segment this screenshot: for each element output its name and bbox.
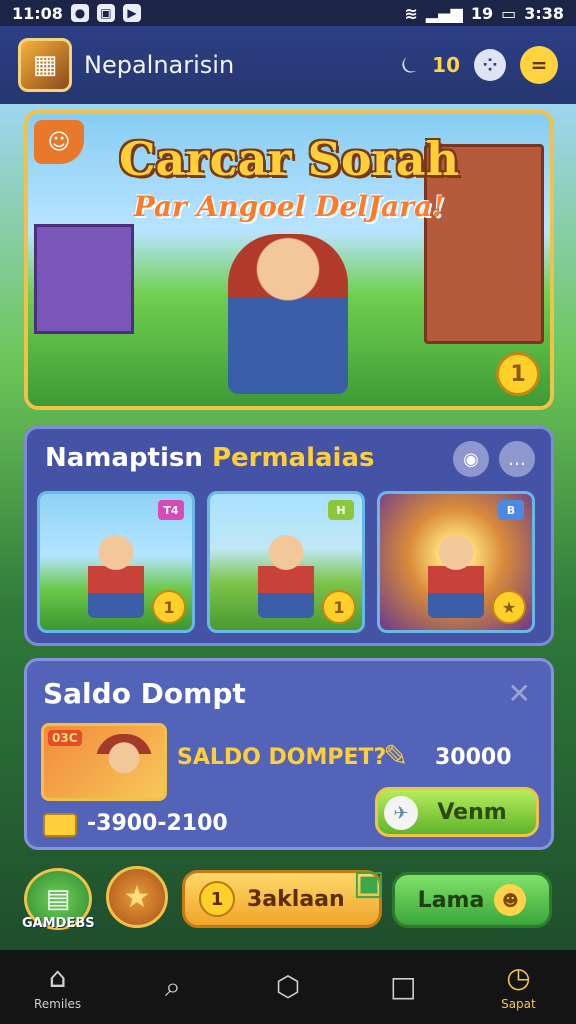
clock-icon: ◷ <box>506 961 531 994</box>
hero-title: Carcar Sorah <box>118 132 460 186</box>
cube-icon: ▣ <box>96 4 115 22</box>
nav-item-label: Remiles <box>34 997 82 1011</box>
wifi-icon: ≋ <box>404 3 418 23</box>
status-time-left: 11:08 <box>12 3 63 23</box>
secondary-action-button[interactable]: Lama ☻ <box>392 872 552 928</box>
game-store-label: GAMDEBS <box>22 916 95 931</box>
wallet-action-button[interactable]: ✈ Venm <box>375 787 539 837</box>
smiley-icon: ☻ <box>494 884 527 916</box>
promo-card[interactable]: H 1 <box>207 491 365 633</box>
promo-card[interactable]: B ★ <box>377 491 535 633</box>
coin-icon: 1 <box>322 590 356 624</box>
coin-icon: 1 <box>152 590 186 624</box>
record-icon: ● <box>70 4 89 22</box>
wallet-thumb-badge: 03C <box>48 730 82 746</box>
hero-house-left <box>34 224 134 334</box>
status-bar: 11:08 ● ▣ ▶ ≋ ▂▄▆ 19 ▭ 3:38 <box>0 0 576 26</box>
app-logo-icon[interactable]: ▦ <box>18 38 72 92</box>
nav-item-home[interactable]: ⌂ Remiles <box>0 950 115 1024</box>
promo-card[interactable]: T4 1 <box>37 491 195 633</box>
hero-banner[interactable]: ☺ Carcar Sorah Par Angoel DelJara! 1 <box>24 110 554 410</box>
nav-item-label: Sapat <box>501 997 536 1011</box>
controller-icon[interactable]: ◉ <box>453 441 489 477</box>
bird-icon: ✈ <box>384 796 418 830</box>
nav-item-search[interactable]: ⌕ <box>115 950 230 1024</box>
promo-card-tag: B <box>498 500 524 520</box>
promos-heading-part2: Permalaias <box>211 443 375 473</box>
status-signal-text: 19 <box>470 3 494 23</box>
status-time-right: 3:38 <box>524 3 564 23</box>
brush-icon: ✎ <box>383 739 409 774</box>
nav-item-center[interactable]: ⬡ <box>230 950 345 1024</box>
nav-item-sapat[interactable]: ◷ Sapat <box>461 950 576 1024</box>
gamepad-icon[interactable]: ⁘ <box>474 49 506 81</box>
wallet-thumbnail[interactable]: 03C <box>41 723 167 801</box>
close-icon[interactable]: ✕ <box>508 677 531 710</box>
battery-icon: ▭ <box>501 3 517 23</box>
primary-action-label: 3aklaan <box>247 886 345 912</box>
home-icon: ⌂ <box>48 961 67 994</box>
promo-character <box>258 534 314 618</box>
coin-icon: 1 <box>496 352 540 396</box>
bell-icon[interactable]: ⏾ <box>401 53 418 78</box>
gift-icon: ▣ <box>352 863 385 903</box>
primary-action-button[interactable]: 1 3aklaan ▣ <box>182 863 385 928</box>
wallet-panel: Saldo Dompt ✕ 03C SALDO DOMPET? ✎ 30000 … <box>24 658 554 850</box>
play-icon: ▶ <box>122 4 141 22</box>
wallet-range: -3900-2100 <box>87 811 228 836</box>
wallet-action-label: Venm <box>437 799 507 825</box>
search-icon: ⌕ <box>164 970 181 1003</box>
circle-home-icon: ⬡ <box>275 970 301 1003</box>
secondary-action-label: Lama <box>417 887 485 913</box>
bottom-nav: ⌂ Remiles ⌕ ⬡ □ ◷ Sapat <box>0 950 576 1024</box>
app-title: Nepalnarisin <box>84 51 235 79</box>
coin-count: 10 <box>432 53 460 77</box>
promos-heading: Namaptisn Permalaias <box>45 443 375 473</box>
star-button[interactable]: ★ <box>106 866 168 928</box>
action-row: ▤ GAMDEBS ★ 1 3aklaan ▣ Lama ☻ <box>0 860 576 948</box>
chat-icon[interactable]: … <box>499 441 535 477</box>
wallet-amount: 30000 <box>435 745 512 770</box>
wallet-character <box>96 734 152 798</box>
coin-icon: 1 <box>199 881 235 917</box>
star-coin-icon: ★ <box>492 590 526 624</box>
hero-character <box>228 234 348 394</box>
signal-icon: ▂▄▆ <box>425 3 463 23</box>
promo-character <box>88 534 144 618</box>
promo-character <box>428 534 484 618</box>
wallet-question: SALDO DOMPET? <box>177 745 387 770</box>
promo-card-tag: H <box>328 500 354 520</box>
promos-panel: Namaptisn Permalaias ◉ … T4 1 H 1 B ★ <box>24 426 554 646</box>
hero-subtitle: Par Angoel DelJara! <box>133 190 445 223</box>
gold-bar-icon <box>43 813 77 837</box>
app-header: ▦ Nepalnarisin ⏾ 10 ⁘ = <box>0 26 576 104</box>
nav-item-square[interactable]: □ <box>346 950 461 1024</box>
wallet-title: Saldo Dompt <box>43 677 246 710</box>
menu-icon[interactable]: = <box>520 46 558 84</box>
square-icon: □ <box>389 970 417 1003</box>
promo-card-tag: T4 <box>158 500 184 520</box>
promos-heading-part1: Namaptisn <box>45 443 203 473</box>
